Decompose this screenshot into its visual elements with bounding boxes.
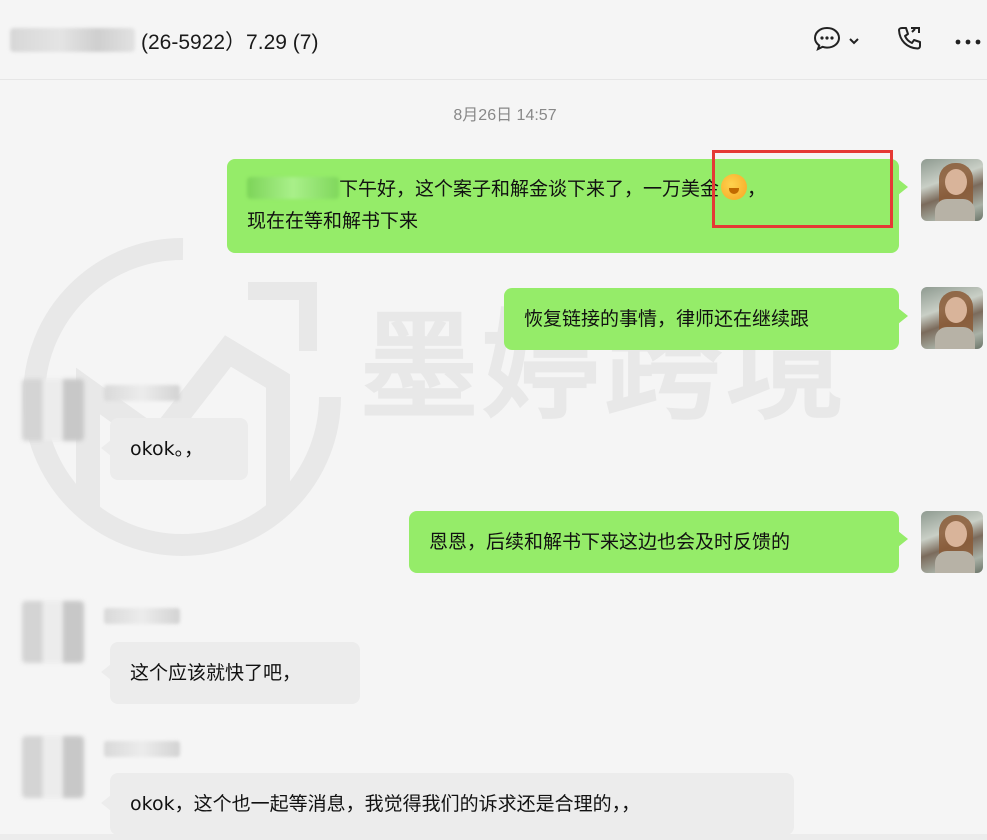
message-text: 恩恩，后续和解书下来这边也会及时反馈的 bbox=[429, 531, 791, 553]
message-timestamp: 8月26日 14:57 bbox=[453, 107, 557, 124]
chat-bubble-icon bbox=[812, 24, 842, 56]
message-text: okok，这个也一起等消息，我觉得我们的诉求还是合理的，， bbox=[130, 793, 641, 815]
chat-title: (26-5922）7.29 (7) bbox=[141, 31, 319, 54]
more-button[interactable] bbox=[952, 24, 984, 56]
message-bubble-other[interactable]: okok，这个也一起等消息，我觉得我们的诉求还是合理的，， bbox=[101, 773, 794, 835]
sender-name-redacted bbox=[104, 385, 180, 401]
message-bubble-me[interactable]: 恢复链接的事情，律师还在继续跟 bbox=[504, 288, 908, 350]
message-bubble-me[interactable]: 恩恩，后续和解书下来这边也会及时反馈的 bbox=[409, 511, 908, 573]
message-text-line2: 现在在等和解书下来 bbox=[247, 210, 419, 232]
message-text: 恢复链接的事情，律师还在继续跟 bbox=[524, 308, 810, 330]
message-bubble-other[interactable]: okok。， bbox=[101, 418, 248, 480]
chevron-down-icon bbox=[848, 31, 860, 50]
message-list[interactable]: 8月26日 14:57 墨婷跨境 下午好，这个案子和解金谈下来了，一万美金， 现… bbox=[0, 81, 987, 840]
chat-header: (26-5922）7.29 (7) bbox=[0, 0, 987, 80]
message-bubble-me[interactable]: 下午好，这个案子和解金谈下来了，一万美金 ， 现在在等和解书下来 bbox=[227, 159, 908, 253]
call-button[interactable] bbox=[892, 24, 926, 56]
contact-name-redacted bbox=[10, 28, 135, 52]
sender-name-redacted bbox=[104, 608, 180, 624]
highlighted-amount: 一万美金 bbox=[643, 178, 720, 200]
sender-name-redacted bbox=[104, 741, 180, 757]
message-text: okok。， bbox=[130, 438, 204, 460]
redacted-name bbox=[247, 177, 339, 199]
input-area-divider bbox=[0, 834, 987, 840]
avatar-other[interactable] bbox=[22, 736, 84, 798]
avatar-me[interactable] bbox=[921, 511, 983, 573]
avatar-other[interactable] bbox=[22, 601, 84, 663]
more-dots-icon bbox=[954, 31, 982, 50]
avatar-other[interactable] bbox=[22, 379, 84, 441]
avatar-me[interactable] bbox=[921, 159, 983, 221]
message-text: 这个应该就快了吧， bbox=[130, 662, 302, 684]
chat-options-button[interactable] bbox=[808, 24, 864, 56]
message-text: 下午好，这个案子和解金谈下来了， bbox=[339, 178, 644, 200]
phone-call-icon bbox=[894, 23, 924, 57]
avatar-me[interactable] bbox=[921, 287, 983, 349]
emoji-icon bbox=[721, 174, 748, 200]
message-text-end: ， bbox=[747, 178, 767, 200]
message-bubble-other[interactable]: 这个应该就快了吧， bbox=[101, 642, 360, 704]
